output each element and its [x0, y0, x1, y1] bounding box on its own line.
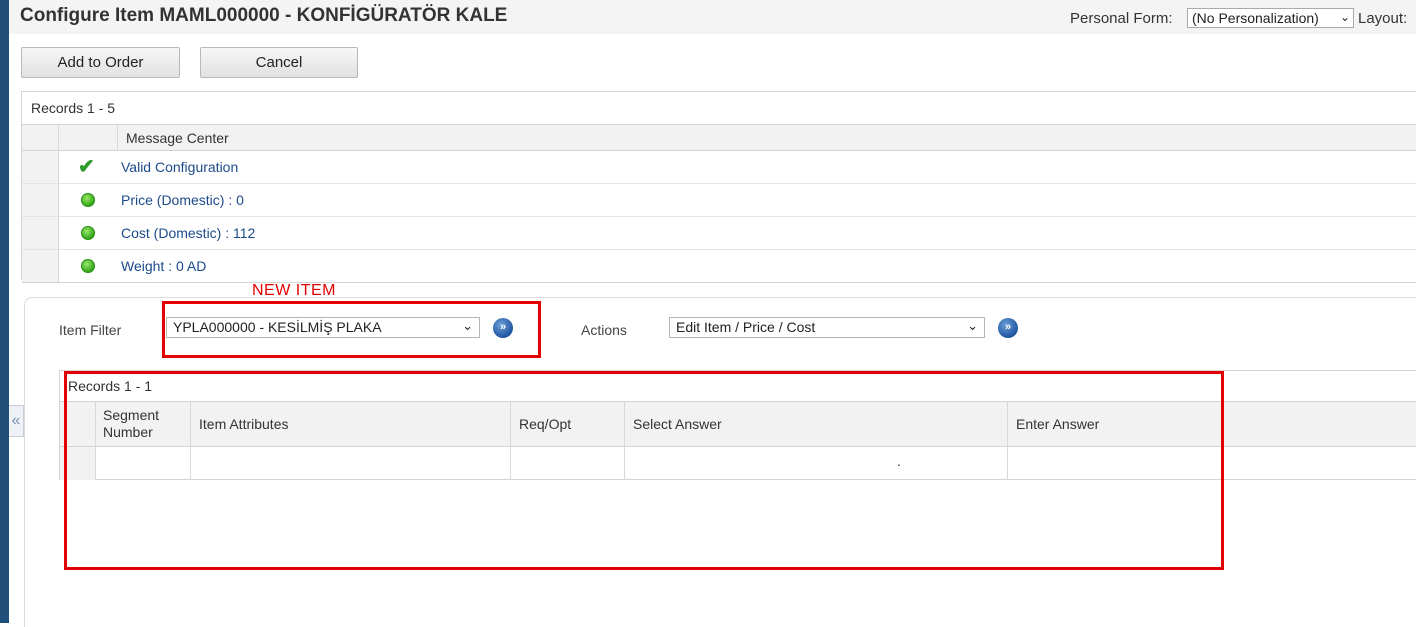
- message-row[interactable]: Cost (Domestic) : 112: [22, 217, 1416, 250]
- column-divider: [95, 447, 96, 480]
- column-divider: [624, 402, 625, 447]
- green-dot-icon: [81, 226, 95, 240]
- message-center-column-title: Message Center: [126, 130, 229, 146]
- column-header-req-opt[interactable]: Req/Opt: [519, 416, 571, 433]
- collapse-panel-icon[interactable]: «: [9, 405, 24, 437]
- new-item-annotation: NEW ITEM: [252, 282, 336, 299]
- row-header[interactable]: [22, 250, 58, 282]
- message-text[interactable]: Cost (Domestic) : 112: [121, 225, 255, 241]
- item-filter-go-button[interactable]: »: [493, 318, 513, 338]
- item-attributes-grid: Records 1 - 1 Segment Number Item Attrib…: [59, 370, 1416, 480]
- row-header[interactable]: [60, 447, 95, 480]
- column-divider: [58, 151, 59, 183]
- records-count: Records 1 - 5: [31, 100, 116, 116]
- item-filter-select[interactable]: YPLA000000 - KESİLMİŞ PLAKA ⌄: [166, 317, 480, 338]
- column-divider: [58, 217, 59, 249]
- table-row[interactable]: .: [60, 447, 1416, 480]
- column-divider: [510, 402, 511, 447]
- message-row[interactable]: Weight : 0 AD: [22, 250, 1416, 283]
- column-divider: [1007, 402, 1008, 447]
- green-dot-icon: [81, 193, 95, 207]
- column-header-item-attributes[interactable]: Item Attributes: [199, 416, 288, 433]
- message-text[interactable]: Weight : 0 AD: [121, 258, 206, 274]
- check-icon: ✔: [78, 156, 95, 178]
- column-header-select-answer[interactable]: Select Answer: [633, 416, 722, 433]
- column-divider: [58, 125, 59, 151]
- message-center-header: Message Center: [22, 124, 1416, 151]
- column-divider: [190, 402, 191, 447]
- row-header[interactable]: [22, 184, 58, 216]
- message-row[interactable]: ✔ Valid Configuration: [22, 151, 1416, 184]
- select-answer-cell[interactable]: .: [897, 453, 901, 469]
- personal-form-select[interactable]: (No Personalization) ⌄: [1187, 8, 1354, 28]
- actions-label: Actions: [581, 322, 627, 338]
- column-divider: [624, 447, 625, 480]
- column-divider: [510, 447, 511, 480]
- page-title: Configure Item MAML000000 - KONFİGÜRATÖR…: [20, 5, 508, 26]
- chevron-down-icon: ⌄: [462, 318, 473, 333]
- message-text[interactable]: Valid Configuration: [121, 159, 238, 175]
- actions-select[interactable]: Edit Item / Price / Cost ⌄: [669, 317, 985, 338]
- records-count: Records 1 - 1: [68, 378, 153, 394]
- grid-header: Segment Number Item Attributes Req/Opt S…: [60, 401, 1416, 447]
- row-header[interactable]: [22, 217, 58, 249]
- actions-go-button[interactable]: »: [998, 318, 1018, 338]
- column-divider: [190, 447, 191, 480]
- cancel-button[interactable]: Cancel: [200, 47, 358, 78]
- left-navigation-rail: [0, 0, 9, 623]
- actions-value: Edit Item / Price / Cost: [676, 319, 816, 335]
- message-row[interactable]: Price (Domestic) : 0: [22, 184, 1416, 217]
- column-divider: [1007, 447, 1008, 480]
- chevron-down-icon: ⌄: [1339, 10, 1350, 24]
- column-header-segment-number[interactable]: Segment Number: [103, 407, 183, 441]
- column-divider: [117, 125, 118, 151]
- chevron-down-icon: ⌄: [967, 318, 978, 333]
- column-divider: [58, 250, 59, 282]
- layout-label: Layout:: [1358, 10, 1408, 27]
- column-divider: [58, 184, 59, 216]
- item-filter-value: YPLA000000 - KESİLMİŞ PLAKA: [173, 319, 382, 335]
- add-to-order-button[interactable]: Add to Order: [21, 47, 180, 78]
- column-header-enter-answer[interactable]: Enter Answer: [1016, 416, 1099, 433]
- message-center-panel: Records 1 - 5 Message Center ✔ Valid Con…: [21, 91, 1416, 283]
- message-text[interactable]: Price (Domestic) : 0: [121, 192, 244, 208]
- green-dot-icon: [81, 259, 95, 273]
- row-header[interactable]: [22, 151, 58, 183]
- personal-form-value: (No Personalization): [1192, 10, 1319, 26]
- personal-form-label: Personal Form:: [1070, 10, 1173, 27]
- item-filter-label: Item Filter: [59, 322, 122, 338]
- column-divider: [95, 402, 96, 447]
